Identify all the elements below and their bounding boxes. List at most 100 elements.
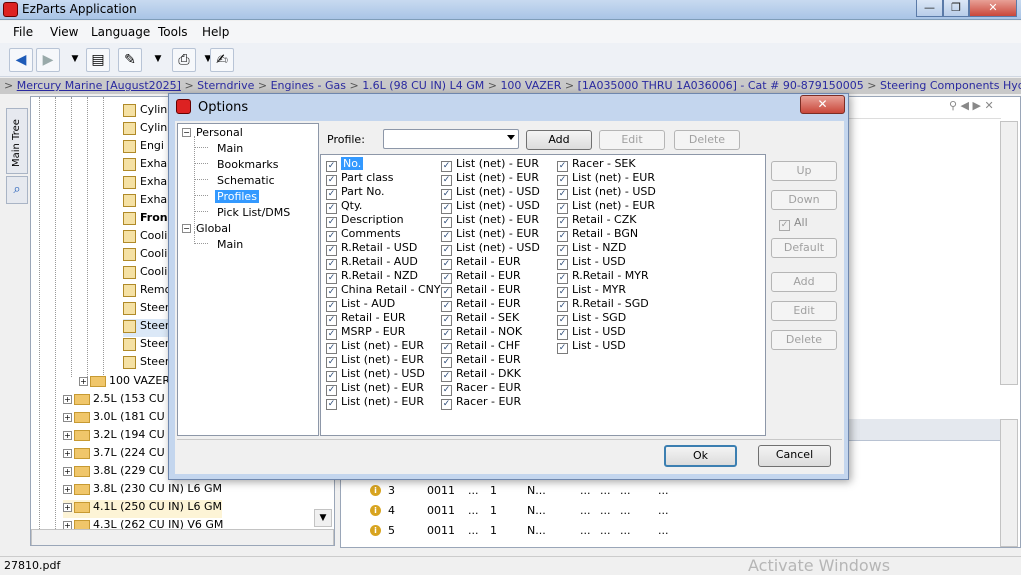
breadcrumb-item[interactable]: 1.6L (98 CU IN) L4 GM [362,79,484,92]
breadcrumb-item[interactable]: Engines - Gas [271,79,346,92]
expand-icon[interactable]: + [63,484,72,494]
maximize-button[interactable]: ❐ [943,0,969,17]
tree-hscrollbar[interactable] [31,529,334,545]
column-checkbox[interactable]: ✓ List - MYR [557,283,626,298]
default-button[interactable]: Default [771,238,837,258]
column-checkbox[interactable]: ✓ No. [326,157,364,172]
tree-item[interactable]: Exha [123,175,167,193]
column-checkbox[interactable]: ✓ Retail - EUR [326,311,406,326]
collapse-icon[interactable]: − [182,128,191,137]
tree-item[interactable]: +3.8L (230 CU IN) L6 GM [63,482,222,500]
edit-column-button[interactable]: Edit [771,301,837,321]
expand-icon[interactable]: + [79,376,88,386]
expand-icon[interactable]: + [63,448,72,458]
expand-icon[interactable]: + [63,430,72,440]
tree-item[interactable]: Steer [123,337,169,355]
tree-item[interactable]: Steer [123,355,169,373]
column-checkbox[interactable]: ✓ Retail - EUR [441,269,521,284]
column-checkbox[interactable]: ✓ Racer - EUR [441,381,521,396]
column-checkbox[interactable]: ✓ List - USD [557,255,626,270]
tree-item[interactable]: +100 VAZER [79,374,170,392]
parts-lookup-icon[interactable]: ▤ [86,48,110,72]
column-checkbox[interactable]: ✓ List (net) - EUR [326,395,424,410]
nav-global[interactable]: Global [196,222,231,235]
breadcrumb-item[interactable]: 100 VAZER [500,79,561,92]
tree-item[interactable]: Fron [123,211,168,229]
column-checkbox[interactable]: ✓ List (net) - EUR [326,339,424,354]
viewer-vscrollbar[interactable] [1000,121,1018,385]
breadcrumb-item[interactable]: Sterndrive [197,79,254,92]
column-checkbox[interactable]: ✓ List - AUD [326,297,395,312]
grid-vscrollbar[interactable] [1000,419,1018,547]
column-checkbox[interactable]: ✓ List (net) - EUR [557,171,655,186]
column-checkbox[interactable]: ✓ MSRP - EUR [326,325,405,340]
tree-item[interactable]: Steer [123,301,169,319]
column-checkbox[interactable]: ✓ List - USD [557,325,626,340]
back-arrow-icon[interactable]: ◀ [9,48,33,72]
menu-language[interactable]: Language [91,25,150,39]
column-checkbox[interactable]: ✓ Retail - EUR [441,255,521,270]
tree-item[interactable]: Exha [123,157,167,175]
delete-column-button[interactable]: Delete [771,330,837,350]
menu-file[interactable]: File [13,25,33,39]
nav-personal[interactable]: Personal [196,126,243,139]
edit-profile-button[interactable]: Edit [599,130,665,150]
breadcrumb-item[interactable]: Steering Components Hydraulic Power St..… [880,79,1021,92]
delete-profile-button[interactable]: Delete [674,130,740,150]
column-checkbox[interactable]: ✓ Retail - EUR [441,283,521,298]
menu-help[interactable]: Help [202,25,229,39]
column-checkbox[interactable]: ✓ R.Retail - AUD [326,255,418,270]
column-checkbox[interactable]: ✓ Racer - EUR [441,395,521,410]
column-checkbox[interactable]: ✓ List (net) - EUR [326,381,424,396]
tree-item[interactable]: Cooli [123,247,167,265]
column-checkbox[interactable]: ✓ List (net) - USD [557,185,656,200]
nav-bookmarks[interactable]: Bookmarks [217,158,278,171]
close-window-button[interactable]: ✕ [969,0,1017,17]
add-profile-button[interactable]: Add [526,130,592,150]
tree-item[interactable]: +4.1L (250 CU IN) L6 GM [63,500,223,518]
expand-icon[interactable]: + [63,394,72,404]
column-checkbox[interactable]: ✓ Part No. [326,185,384,200]
breadcrumb-item[interactable]: [1A035000 THRU 1A036006] - Cat # 90-8791… [578,79,864,92]
column-checkbox[interactable]: ✓ Retail - EUR [441,353,521,368]
column-checkbox[interactable]: ✓ Description [326,213,404,228]
add-column-button[interactable]: Add [771,272,837,292]
expand-icon[interactable]: + [63,502,72,512]
nav-picklist[interactable]: Pick List/DMS [217,206,290,219]
tree-scroll-down-button[interactable]: ▼ [314,509,332,527]
column-checkbox[interactable]: ✓ Retail - DKK [441,367,521,382]
column-checkbox[interactable]: ✓ Retail - BGN [557,227,638,242]
column-checkbox[interactable]: ✓ List (net) - USD [441,199,540,214]
column-checkbox[interactable]: ✓ Comments [326,227,401,242]
tools-dropdown-icon[interactable]: ▼ [146,48,170,72]
tree-item[interactable]: Cylin [123,103,167,121]
nav-profiles[interactable]: Profiles [215,190,259,203]
column-checkbox[interactable]: ✓ List (net) - USD [441,241,540,256]
forward-arrow-icon[interactable]: ▶ [36,48,60,72]
column-checkbox[interactable]: ✓ List (net) - USD [326,367,425,382]
column-checkbox[interactable]: ✓ List (net) - EUR [441,213,539,228]
tab-main-tree[interactable]: Main Tree [6,108,28,174]
forward-dropdown-icon[interactable]: ▼ [63,48,87,72]
notes-icon[interactable]: ✍ [210,48,234,72]
ok-button[interactable]: Ok [664,445,737,467]
column-checkbox[interactable]: ✓ Retail - CHF [441,339,520,354]
info-icon[interactable]: i [370,505,381,516]
column-checkbox[interactable]: ✓ List - SGD [557,311,626,326]
tree-item[interactable]: Exha [123,193,167,211]
collapse-icon[interactable]: − [182,224,191,233]
column-checkbox[interactable]: ✓ List (net) - EUR [557,199,655,214]
all-checkbox[interactable]: ✓ All [779,216,808,231]
column-checkbox[interactable]: ✓ List (net) - EUR [441,227,539,242]
column-checkbox[interactable]: ✓ List - USD [557,339,626,354]
expand-icon[interactable]: + [63,412,72,422]
tree-item[interactable]: Steer [123,319,170,337]
info-icon[interactable]: i [370,485,381,496]
info-icon[interactable]: i [370,525,381,536]
column-checkbox[interactable]: ✓ R.Retail - SGD [557,297,649,312]
column-checkbox[interactable]: ✓ R.Retail - NZD [326,269,418,284]
search-icon[interactable]: ⌕ [6,176,28,204]
column-checkbox[interactable]: ✓ List - NZD [557,241,626,256]
profile-select[interactable] [383,129,519,149]
column-checkbox[interactable]: ✓ List (net) - EUR [441,157,539,172]
